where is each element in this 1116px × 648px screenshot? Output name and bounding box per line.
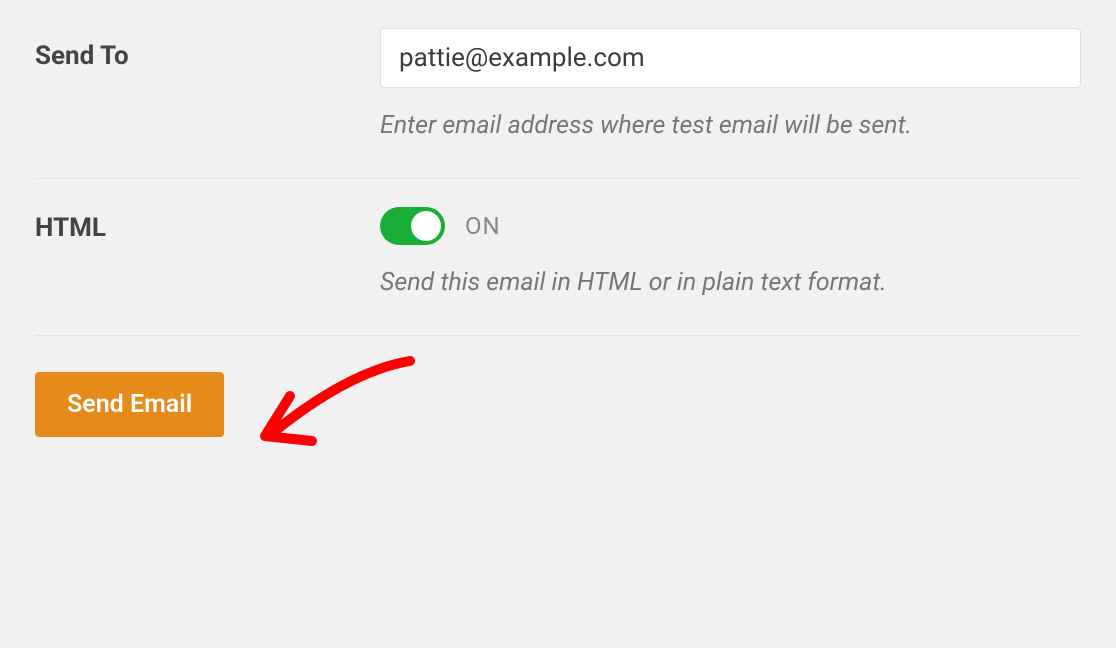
send-to-helper: Enter email address where test email wil…: [380, 108, 1081, 143]
html-toggle-holder: ON: [380, 207, 1081, 245]
html-label: HTML: [35, 213, 106, 243]
html-label-col: HTML: [35, 207, 380, 246]
send-to-input[interactable]: [380, 28, 1081, 88]
send-to-label: Send To: [35, 41, 129, 71]
html-toggle[interactable]: [380, 207, 445, 245]
html-toggle-row: HTML ON Send this email in HTML or in pl…: [0, 179, 1116, 335]
html-helper: Send this email in HTML or in plain text…: [380, 265, 1081, 300]
arrow-annotation-icon: [250, 351, 430, 471]
html-toggle-state-label: ON: [465, 212, 501, 240]
toggle-knob-icon: [411, 211, 441, 241]
html-field-col: ON Send this email in HTML or in plain t…: [380, 207, 1081, 300]
send-to-field-col: Enter email address where test email wil…: [380, 28, 1081, 143]
button-row: Send Email: [0, 336, 1116, 473]
send-to-label-col: Send To: [35, 28, 380, 74]
send-email-button[interactable]: Send Email: [35, 372, 224, 437]
send-to-row: Send To Enter email address where test e…: [0, 0, 1116, 178]
